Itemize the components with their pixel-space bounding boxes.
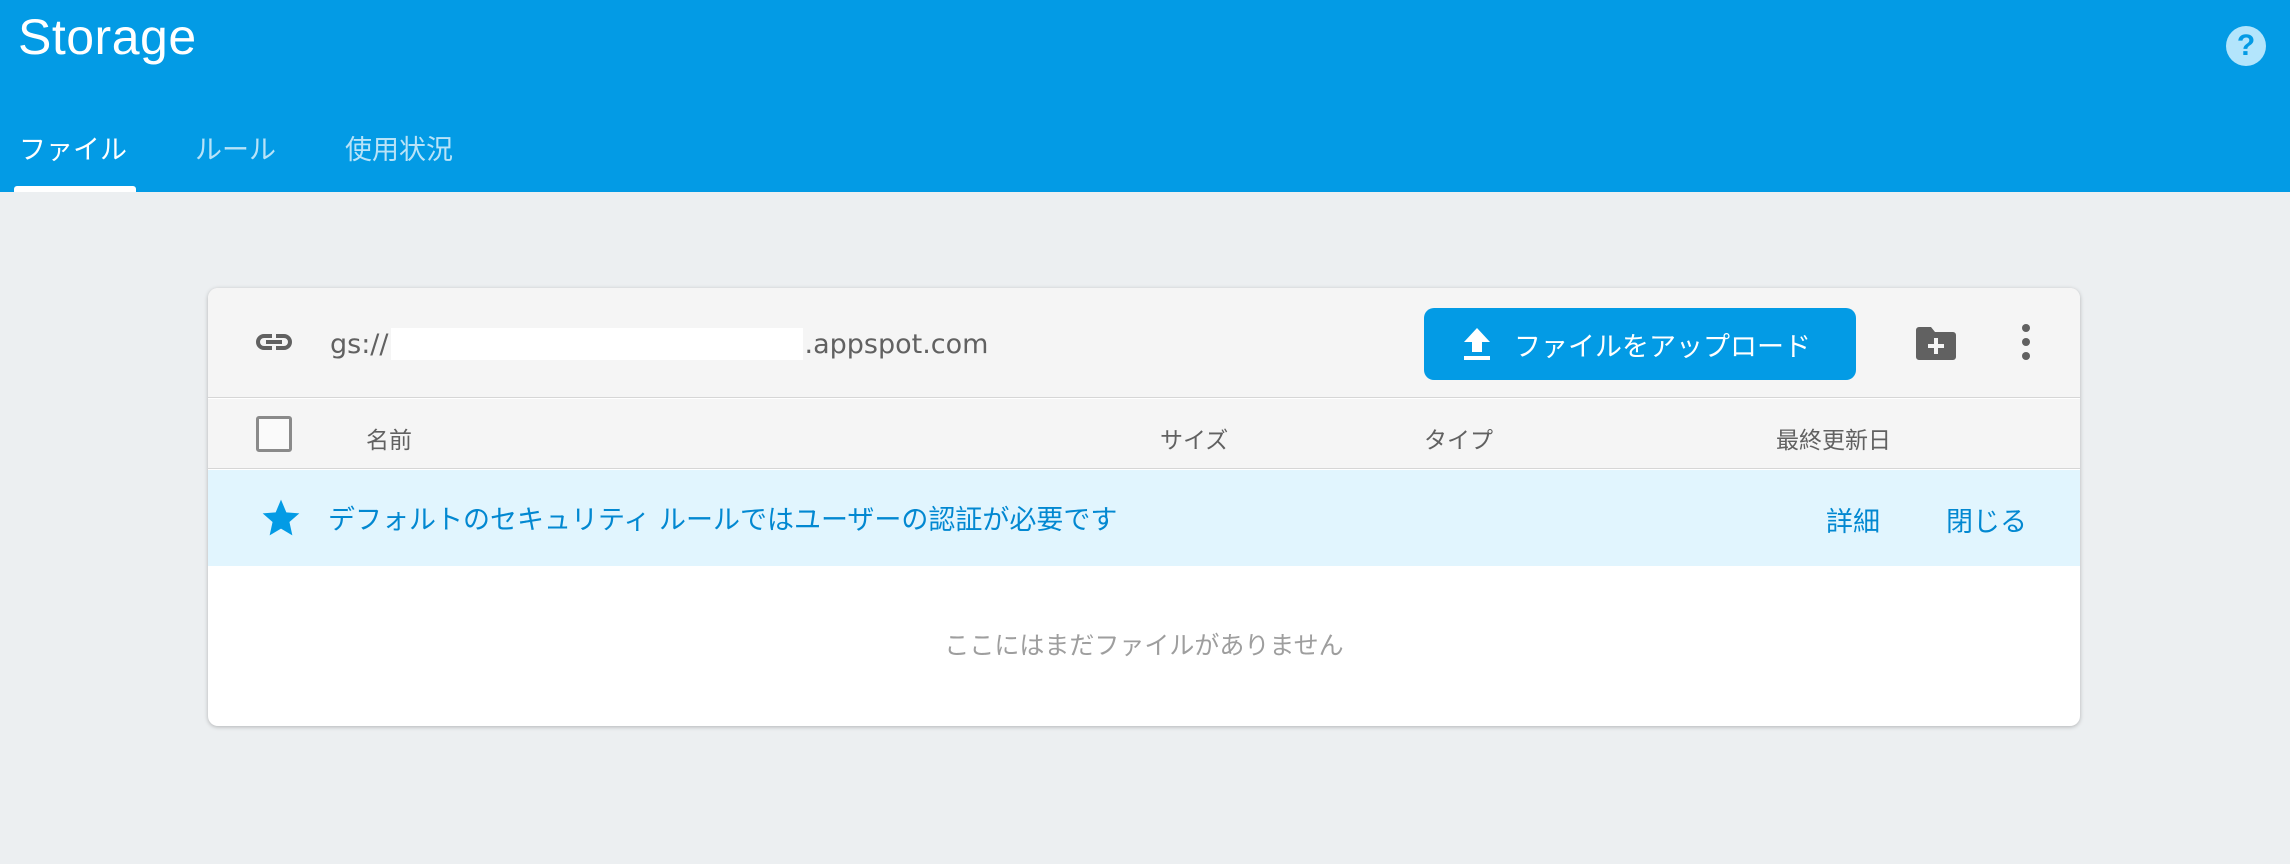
app-bar: Storage ? ファイル ルール 使用状況 (0, 0, 2290, 192)
create-folder-icon[interactable] (1914, 324, 1958, 362)
file-browser-card: gs:// .appspot.com ファイルをアップロード 名前 サイズ タイ… (208, 288, 2080, 726)
upload-file-button[interactable]: ファイルをアップロード (1424, 308, 1856, 380)
tab-rules[interactable]: ルール (195, 128, 276, 167)
tab-usage[interactable]: 使用状況 (345, 128, 453, 167)
page-title: Storage (18, 9, 197, 65)
more-vert-icon[interactable] (2020, 322, 2032, 362)
empty-state-text: ここにはまだファイルがありません (944, 631, 1344, 660)
bucket-url[interactable]: gs:// .appspot.com (330, 328, 988, 360)
link-icon[interactable] (252, 326, 296, 358)
table-header: 名前 サイズ タイプ 最終更新日 (208, 399, 2080, 469)
bucket-url-prefix: gs:// (330, 328, 389, 360)
upload-icon (1464, 328, 1490, 360)
dismiss-link[interactable]: 閉じる (1946, 500, 2027, 539)
details-link[interactable]: 詳細 (1826, 500, 1880, 539)
security-notice: デフォルトのセキュリティ ルールではユーザーの認証が必要です 詳細 閉じる (208, 470, 2080, 566)
redacted-bucket-name (390, 328, 803, 360)
upload-button-label: ファイルをアップロード (1514, 331, 1811, 363)
star-icon (262, 499, 300, 536)
tab-files[interactable]: ファイル (19, 128, 127, 167)
column-size[interactable]: サイズ (1160, 421, 1228, 455)
bucket-url-suffix: .appspot.com (804, 328, 989, 360)
active-tab-indicator (14, 186, 136, 192)
select-all-checkbox[interactable] (256, 416, 292, 452)
notice-text: デフォルトのセキュリティ ルールではユーザーの認証が必要です (328, 505, 1118, 536)
bucket-toolbar: gs:// .appspot.com ファイルをアップロード (208, 288, 2080, 398)
column-type[interactable]: タイプ (1424, 421, 1493, 455)
column-last-modified[interactable]: 最終更新日 (1776, 421, 1891, 455)
help-icon[interactable]: ? (2226, 26, 2266, 66)
column-name[interactable]: 名前 (366, 421, 412, 455)
